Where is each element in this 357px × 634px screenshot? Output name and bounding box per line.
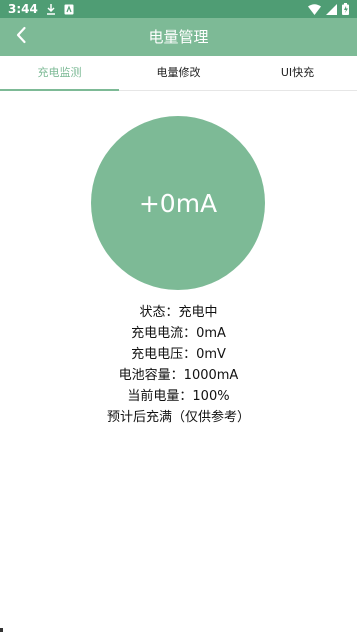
charge-current: 充电电流：0mA [131,326,226,341]
signal-icon [326,3,337,15]
charge-voltage: 充电电压：0mV [131,347,226,362]
status-bar: 3:44 [0,0,357,18]
current-value: +0mA [138,188,218,218]
notification-app-icon [64,4,74,15]
estimated-full-time: 预计后充满（仅供参考） [106,410,250,425]
current-battery-level: 当前电量：100% [127,389,230,404]
app-bar: 电量管理 [0,18,357,56]
tab-battery-edit[interactable]: 电量修改 [119,56,238,90]
tab-charge-monitor[interactable]: 充电监测 [0,56,119,91]
corner-mark [0,628,3,632]
tab-ui-fast-charge[interactable]: UI快充 [238,56,357,90]
wifi-icon [308,3,321,15]
status-time: 3:44 [8,2,38,16]
charge-info-list: 状态：充电中 充电电流：0mA 充电电压：0mV 电池容量：1000mA 当前电… [0,302,357,428]
download-icon [46,3,56,15]
current-gauge-circle: +0mA [91,116,265,290]
charge-status: 状态：充电中 [139,305,218,320]
battery-capacity: 电池容量：1000mA [118,368,239,383]
page-title: 电量管理 [148,28,209,46]
battery-icon [342,3,349,15]
tab-bar: 充电监测 电量修改 UI快充 [0,56,357,91]
